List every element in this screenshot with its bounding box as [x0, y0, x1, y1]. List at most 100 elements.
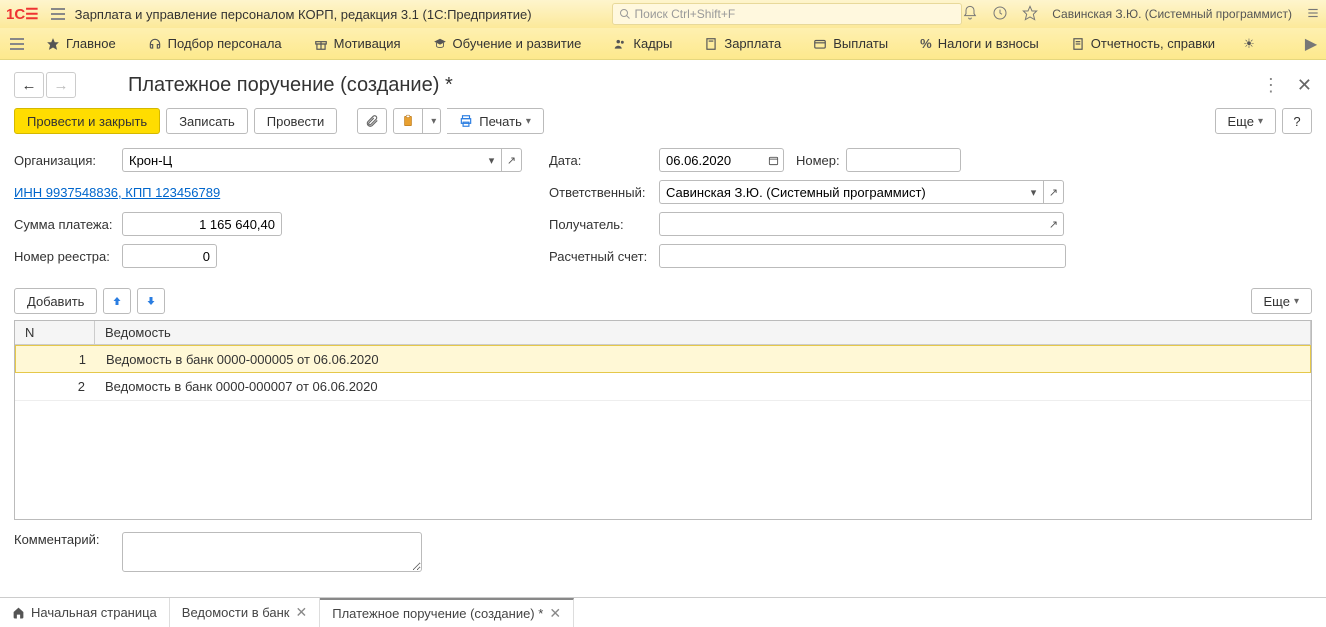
- number-input[interactable]: [846, 148, 961, 172]
- tab-close-icon[interactable]: ✕: [296, 604, 308, 621]
- resp-dropdown[interactable]: ▾: [1024, 180, 1044, 204]
- comment-row: Комментарий:: [14, 532, 1312, 572]
- nav-back-button[interactable]: ←: [14, 72, 44, 98]
- logo-1c: 1C☰: [6, 5, 39, 23]
- menu-extra-icon[interactable]: ☀: [1231, 36, 1267, 52]
- menu-label: Налоги и взносы: [938, 36, 1039, 51]
- more-label: Еще: [1228, 114, 1254, 129]
- date-input[interactable]: [659, 148, 764, 172]
- calculator-icon: [704, 37, 718, 51]
- org-input[interactable]: [122, 148, 482, 172]
- title-bar: 1C☰ Зарплата и управление персоналом КОР…: [0, 0, 1326, 28]
- main-menu: Главное Подбор персонала Мотивация Обуче…: [0, 28, 1326, 60]
- col-vedomost[interactable]: Ведомость: [95, 321, 1311, 344]
- menu-main[interactable]: Главное: [30, 28, 132, 60]
- table-row[interactable]: 1 Ведомость в банк 0000-000005 от 06.06.…: [15, 345, 1311, 373]
- org-dropdown[interactable]: ▾: [482, 148, 502, 172]
- paste-button[interactable]: [393, 108, 423, 134]
- print-button-group: Печать▾: [447, 108, 544, 134]
- recipient-input[interactable]: [659, 212, 1044, 236]
- attach-button[interactable]: [357, 108, 387, 134]
- recipient-open[interactable]: ↗: [1044, 212, 1064, 236]
- bell-icon[interactable]: [962, 5, 978, 24]
- help-button[interactable]: ?: [1282, 108, 1312, 134]
- menu-taxes[interactable]: %Налоги и взносы: [904, 28, 1055, 60]
- history-icon[interactable]: [992, 5, 1008, 24]
- date-picker-button[interactable]: [764, 148, 784, 172]
- arrow-down-icon: [145, 295, 157, 307]
- menu-label: Выплаты: [833, 36, 888, 51]
- home-icon: [12, 606, 25, 619]
- table-more-label: Еще: [1264, 294, 1290, 309]
- global-search[interactable]: Поиск Ctrl+Shift+F: [612, 3, 962, 25]
- app-title: Зарплата и управление персоналом КОРП, р…: [75, 7, 532, 22]
- comment-label: Комментарий:: [14, 532, 122, 547]
- tab-home[interactable]: Начальная страница: [0, 598, 170, 627]
- rows-table: N Ведомость 1 Ведомость в банк 0000-0000…: [14, 320, 1312, 520]
- menu-label: Обучение и развитие: [453, 36, 582, 51]
- registry-input[interactable]: [122, 244, 217, 268]
- more-actions-icon[interactable]: ⋮: [1262, 75, 1281, 96]
- paste-dropdown[interactable]: ▾: [423, 108, 441, 134]
- sections-icon[interactable]: [6, 34, 28, 54]
- menu-motivation[interactable]: Мотивация: [298, 28, 417, 60]
- account-label: Расчетный счет:: [549, 249, 659, 264]
- table-row[interactable]: 2 Ведомость в банк 0000-000007 от 06.06.…: [15, 373, 1311, 401]
- nav-forward-button[interactable]: →: [46, 72, 76, 98]
- sum-input[interactable]: [122, 212, 282, 236]
- menu-scroll-right[interactable]: ▶: [1302, 34, 1320, 54]
- add-row-button[interactable]: Добавить: [14, 288, 97, 314]
- menu-label: Подбор персонала: [168, 36, 282, 51]
- window-tabs: Начальная страница Ведомости в банк ✕ Пл…: [0, 597, 1326, 627]
- col-n[interactable]: N: [15, 321, 95, 344]
- inn-kpp-link[interactable]: ИНН 9937548836, КПП 123456789: [14, 185, 220, 200]
- settings-icon[interactable]: [1306, 6, 1320, 23]
- move-up-button[interactable]: [103, 288, 131, 314]
- menu-label: Мотивация: [334, 36, 401, 51]
- paperclip-icon: [365, 114, 379, 128]
- org-open[interactable]: ↗: [502, 148, 522, 172]
- hamburger-icon[interactable]: [47, 4, 69, 24]
- current-user[interactable]: Савинская З.Ю. (Системный программист): [1052, 7, 1292, 21]
- menu-label: Кадры: [633, 36, 672, 51]
- print-button[interactable]: Печать▾: [447, 108, 544, 134]
- close-icon[interactable]: ✕: [1297, 75, 1312, 96]
- graduation-icon: [433, 37, 447, 51]
- search-placeholder: Поиск Ctrl+Shift+F: [635, 7, 736, 21]
- post-and-close-button[interactable]: Провести и закрыть: [14, 108, 160, 134]
- move-down-button[interactable]: [137, 288, 165, 314]
- menu-hr[interactable]: Кадры: [597, 28, 688, 60]
- menu-payments[interactable]: Выплаты: [797, 28, 904, 60]
- more-button[interactable]: Еще▾: [1215, 108, 1276, 134]
- menu-label: Отчетность, справки: [1091, 36, 1215, 51]
- save-button[interactable]: Записать: [166, 108, 248, 134]
- menu-training[interactable]: Обучение и развитие: [417, 28, 598, 60]
- post-button[interactable]: Провести: [254, 108, 338, 134]
- arrow-up-icon: [111, 295, 123, 307]
- menu-reports[interactable]: Отчетность, справки: [1055, 28, 1231, 60]
- org-label: Организация:: [14, 153, 122, 168]
- form-fields: Организация: ▾ ↗ ИНН 9937548836, КПП 123…: [14, 148, 1312, 276]
- resp-input[interactable]: [659, 180, 1024, 204]
- table-toolbar: Добавить Еще▾: [14, 288, 1312, 314]
- menu-label: Главное: [66, 36, 116, 51]
- table-more-button[interactable]: Еще▾: [1251, 288, 1312, 314]
- tab-close-icon[interactable]: ✕: [549, 605, 561, 622]
- cell-vedomost: Ведомость в банк 0000-000007 от 06.06.20…: [95, 375, 1311, 398]
- people-icon: [613, 37, 627, 51]
- resp-open[interactable]: ↗: [1044, 180, 1064, 204]
- clipboard-icon: [401, 114, 415, 128]
- star-icon: [46, 37, 60, 51]
- content-area: ← → Платежное поручение (создание) * ⋮ ✕…: [0, 60, 1326, 584]
- cell-n: 2: [15, 375, 95, 398]
- recipient-label: Получатель:: [549, 217, 659, 232]
- form-toolbar: Провести и закрыть Записать Провести ▾ П…: [14, 108, 1312, 134]
- tab-vedomosti[interactable]: Ведомости в банк ✕: [170, 598, 320, 627]
- menu-recruitment[interactable]: Подбор персонала: [132, 28, 298, 60]
- tab-label: Платежное поручение (создание) *: [332, 606, 543, 621]
- comment-input[interactable]: [122, 532, 422, 572]
- star-icon[interactable]: [1022, 5, 1038, 24]
- tab-payment-order[interactable]: Платежное поручение (создание) * ✕: [320, 598, 574, 627]
- menu-salary[interactable]: Зарплата: [688, 28, 797, 60]
- account-input[interactable]: [659, 244, 1066, 268]
